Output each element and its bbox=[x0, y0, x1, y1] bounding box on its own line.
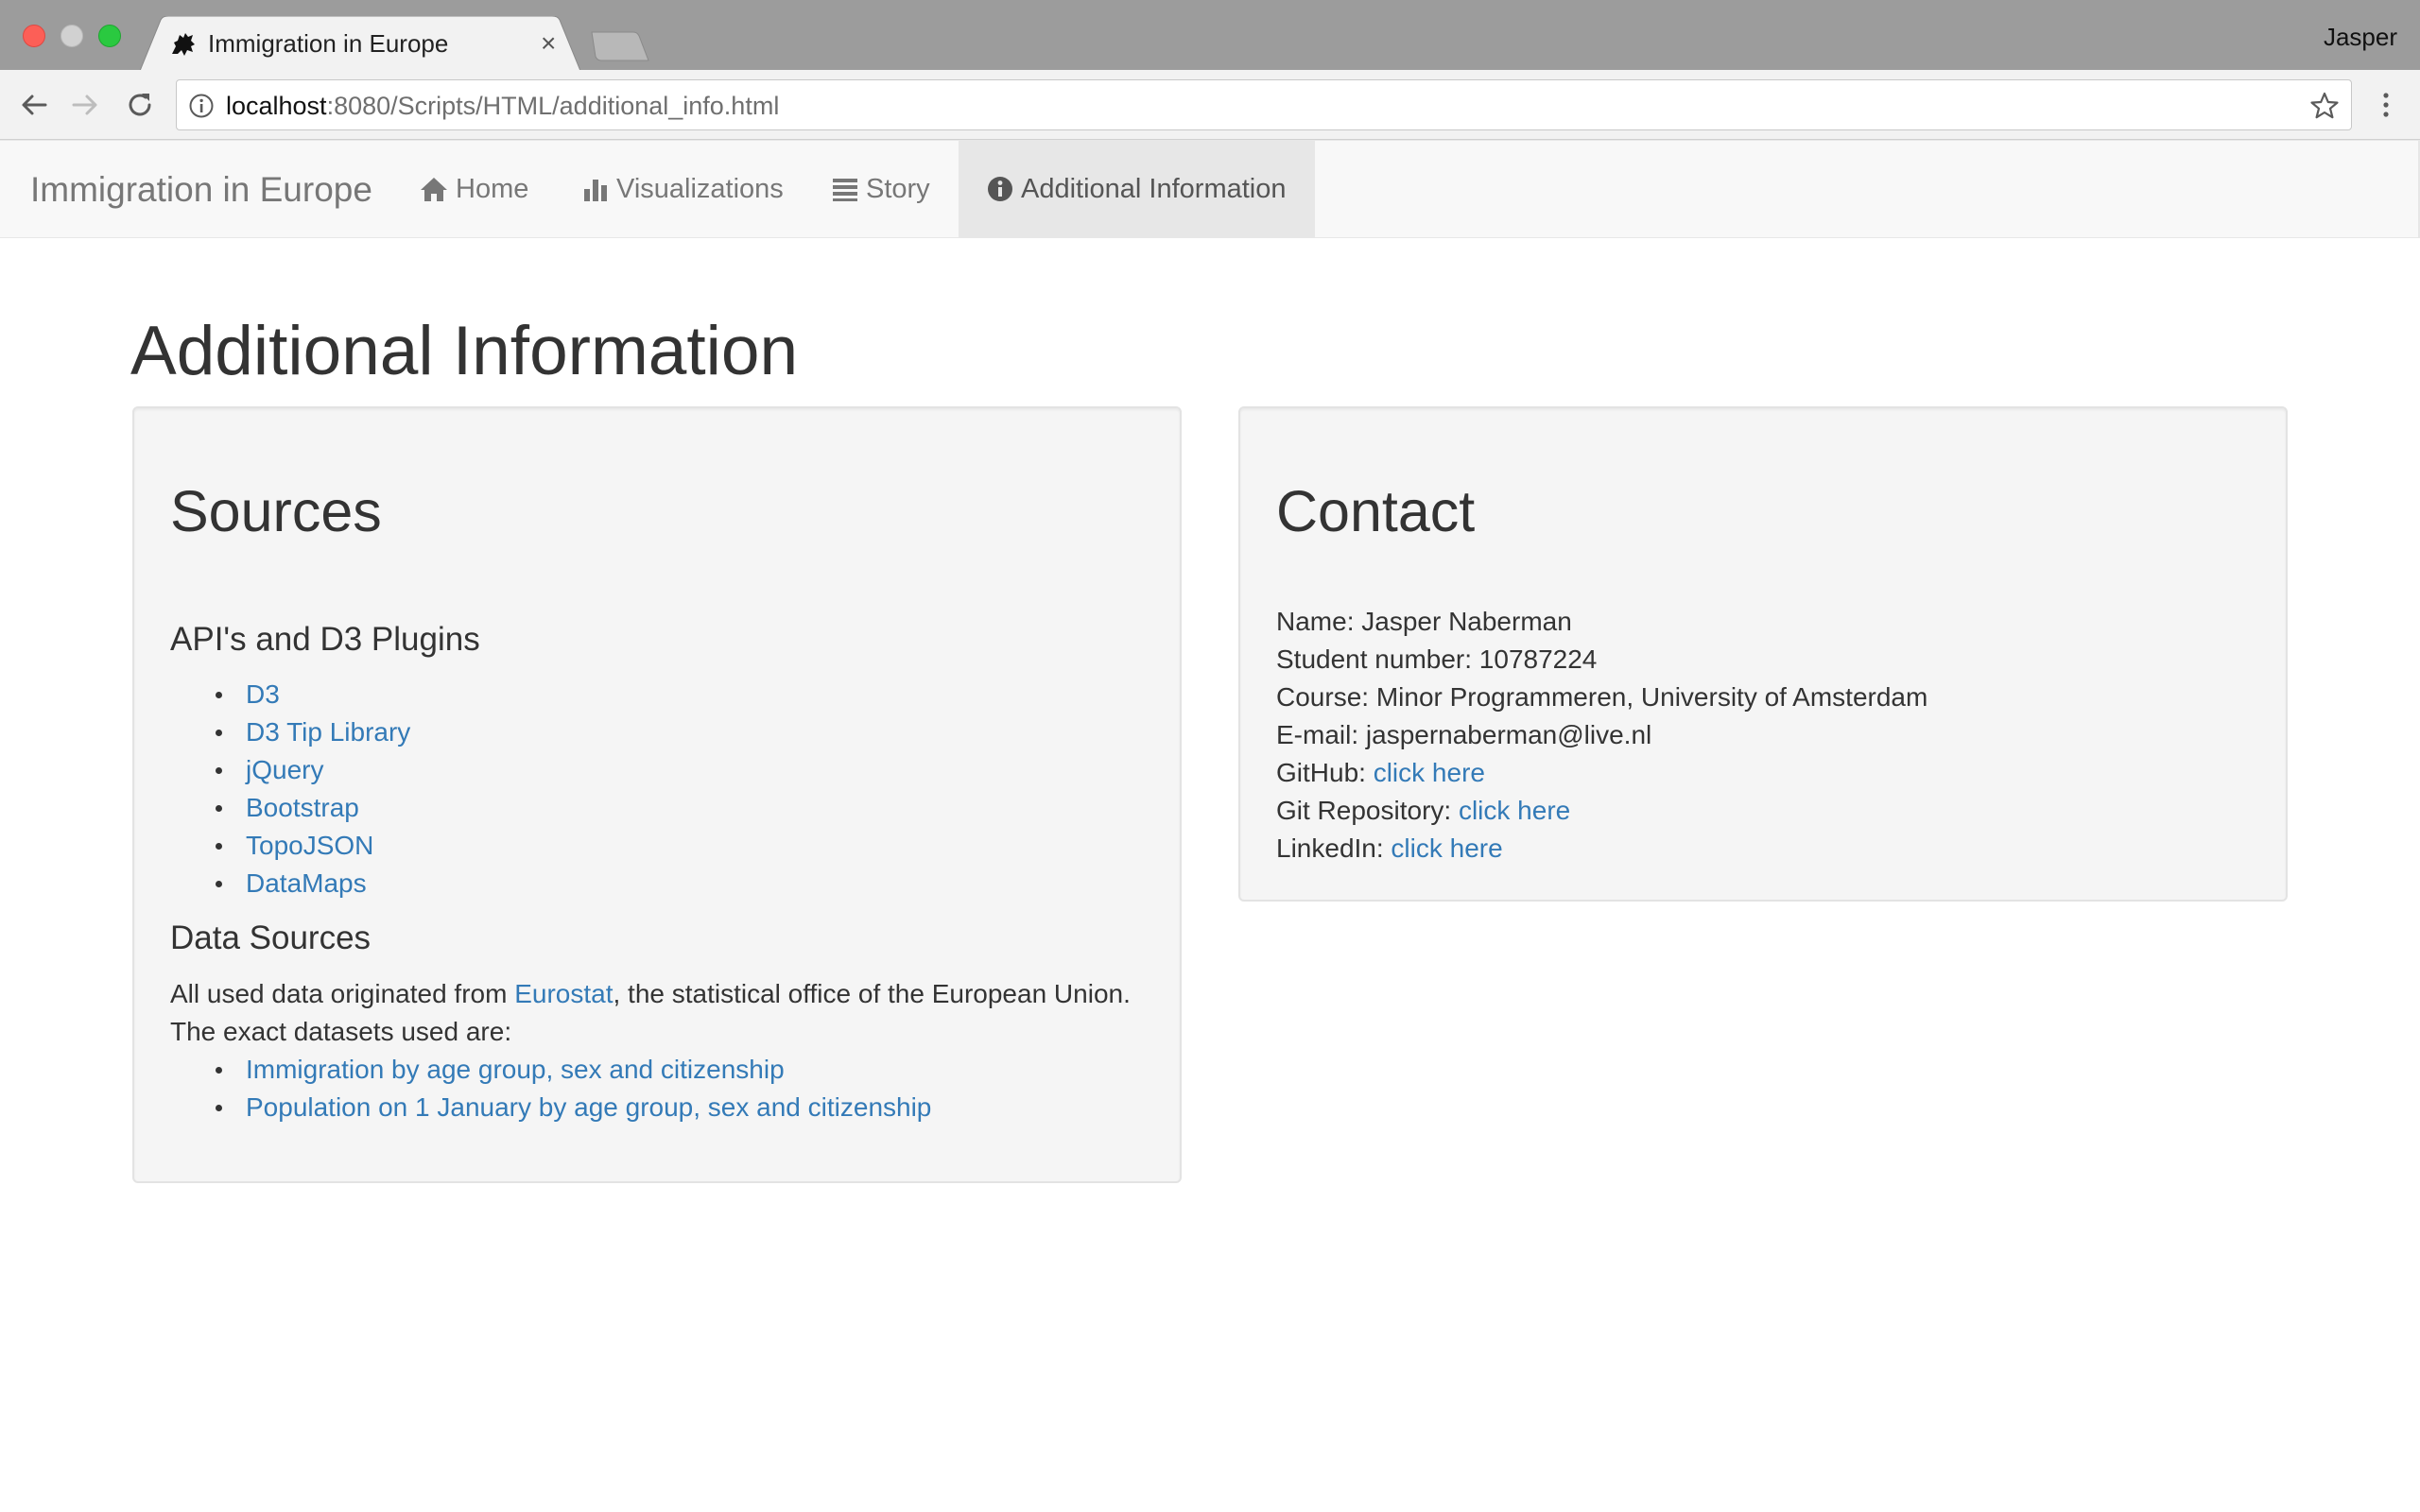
info-icon bbox=[988, 177, 1012, 201]
navbar-brand[interactable]: Immigration in Europe bbox=[30, 169, 372, 211]
url-path: :8080/Scripts/HTML/additional_info.html bbox=[326, 92, 780, 120]
contact-github: GitHub: click here bbox=[1276, 754, 1927, 792]
url-host: localhost bbox=[226, 92, 327, 120]
link-eurostat[interactable]: Eurostat bbox=[514, 979, 613, 1008]
link-bootstrap[interactable]: Bootstrap bbox=[246, 793, 359, 822]
apis-heading: API's and D3 Plugins bbox=[170, 621, 480, 658]
browser-titlebar: Immigration in Europe × Jasper bbox=[0, 0, 2420, 71]
link-dataset-population[interactable]: Population on 1 January by age group, se… bbox=[246, 1092, 931, 1122]
nav-visualizations[interactable]: Visualizations bbox=[554, 141, 812, 237]
contact-panel: Contact Name: Jasper Naberman Student nu… bbox=[1238, 406, 2288, 902]
list-icon bbox=[833, 179, 857, 201]
close-window-button[interactable] bbox=[23, 25, 45, 47]
data-sources-heading: Data Sources bbox=[170, 919, 372, 956]
address-bar[interactable]: localhost:8080/Scripts/HTML/additional_i… bbox=[176, 79, 2352, 130]
contact-email: E-mail: jaspernaberman@live.nl bbox=[1276, 720, 1652, 749]
home-icon bbox=[421, 178, 447, 201]
link-topojson[interactable]: TopoJSON bbox=[246, 831, 373, 860]
contact-student-number: Student number: 10787224 bbox=[1276, 644, 1598, 674]
contact-repository: Git Repository: click here bbox=[1276, 792, 1927, 830]
datasets-list: Immigration by age group, sex and citize… bbox=[210, 1051, 931, 1126]
apis-list: D3 D3 Tip Library jQuery Bootstrap TopoJ… bbox=[210, 676, 410, 902]
nav-home[interactable]: Home bbox=[391, 141, 557, 237]
contact-linkedin: LinkedIn: click here bbox=[1276, 830, 1927, 868]
list-item: jQuery bbox=[210, 751, 410, 789]
link-jquery[interactable]: jQuery bbox=[246, 755, 323, 784]
list-item: Bootstrap bbox=[210, 789, 410, 827]
list-item: D3 bbox=[210, 676, 410, 713]
data-sources-text-before: All used data originated from bbox=[170, 979, 515, 1008]
contact-heading: Contact bbox=[1276, 479, 1476, 543]
nav-additional-information[interactable]: Additional Information bbox=[959, 141, 1315, 237]
nav-visualizations-label: Visualizations bbox=[616, 173, 784, 204]
repository-label: Git Repository: bbox=[1276, 796, 1459, 825]
data-sources-text-line2: The exact datasets used are: bbox=[170, 1017, 512, 1046]
europe-map-favicon-icon bbox=[172, 33, 195, 56]
list-item: TopoJSON bbox=[210, 827, 410, 865]
link-datamaps[interactable]: DataMaps bbox=[246, 868, 367, 898]
list-item: Population on 1 January by age group, se… bbox=[210, 1089, 931, 1126]
minimize-window-button[interactable] bbox=[60, 25, 83, 47]
forward-arrow-icon[interactable] bbox=[68, 88, 102, 122]
reload-icon[interactable] bbox=[123, 88, 157, 122]
nav-home-label: Home bbox=[456, 173, 529, 204]
github-label: GitHub: bbox=[1276, 758, 1374, 787]
contact-name: Name: Jasper Naberman bbox=[1276, 607, 1572, 636]
link-dataset-immigration[interactable]: Immigration by age group, sex and citize… bbox=[246, 1055, 785, 1084]
list-item: Immigration by age group, sex and citize… bbox=[210, 1051, 931, 1089]
link-d3[interactable]: D3 bbox=[246, 679, 280, 709]
sources-panel: Sources API's and D3 Plugins D3 D3 Tip L… bbox=[132, 406, 1182, 1183]
maximize-window-button[interactable] bbox=[98, 25, 121, 47]
browser-toolbar: localhost:8080/Scripts/HTML/additional_i… bbox=[0, 70, 2420, 140]
browser-tab-active[interactable]: Immigration in Europe × bbox=[140, 16, 580, 71]
nav-story[interactable]: Story bbox=[804, 141, 959, 237]
list-item: D3 Tip Library bbox=[210, 713, 410, 751]
new-tab-button[interactable] bbox=[586, 30, 650, 62]
contact-details: Name: Jasper Naberman Student number: 10… bbox=[1276, 603, 1927, 868]
bar-chart-icon bbox=[584, 180, 607, 201]
site-info-icon[interactable] bbox=[188, 93, 215, 119]
sources-heading: Sources bbox=[170, 479, 382, 543]
bookmark-star-icon[interactable] bbox=[2309, 91, 2340, 121]
nav-story-label: Story bbox=[866, 173, 930, 204]
contact-course: Course: Minor Programmeren, University o… bbox=[1276, 682, 1928, 712]
tab-close-icon[interactable]: × bbox=[541, 27, 556, 60]
list-item: DataMaps bbox=[210, 865, 410, 902]
data-sources-text-after: , the statistical office of the European… bbox=[613, 979, 1131, 1008]
site-navbar: Immigration in Europe Home Visualization… bbox=[0, 140, 2420, 238]
page-title: Additional Information bbox=[130, 313, 799, 389]
tab-title: Immigration in Europe bbox=[208, 29, 449, 58]
link-d3-tip[interactable]: D3 Tip Library bbox=[246, 717, 410, 747]
linkedin-label: LinkedIn: bbox=[1276, 833, 1392, 863]
linkedin-link[interactable]: click here bbox=[1391, 833, 1502, 863]
profile-name[interactable]: Jasper bbox=[2324, 21, 2397, 53]
data-sources-text: All used data originated from Eurostat, … bbox=[170, 975, 1131, 1013]
nav-additional-information-label: Additional Information bbox=[1021, 173, 1287, 204]
github-link[interactable]: click here bbox=[1374, 758, 1485, 787]
url-text[interactable]: localhost:8080/Scripts/HTML/additional_i… bbox=[226, 90, 779, 122]
browser-menu-icon[interactable] bbox=[2369, 88, 2403, 122]
repository-link[interactable]: click here bbox=[1459, 796, 1570, 825]
back-arrow-icon[interactable] bbox=[17, 88, 51, 122]
